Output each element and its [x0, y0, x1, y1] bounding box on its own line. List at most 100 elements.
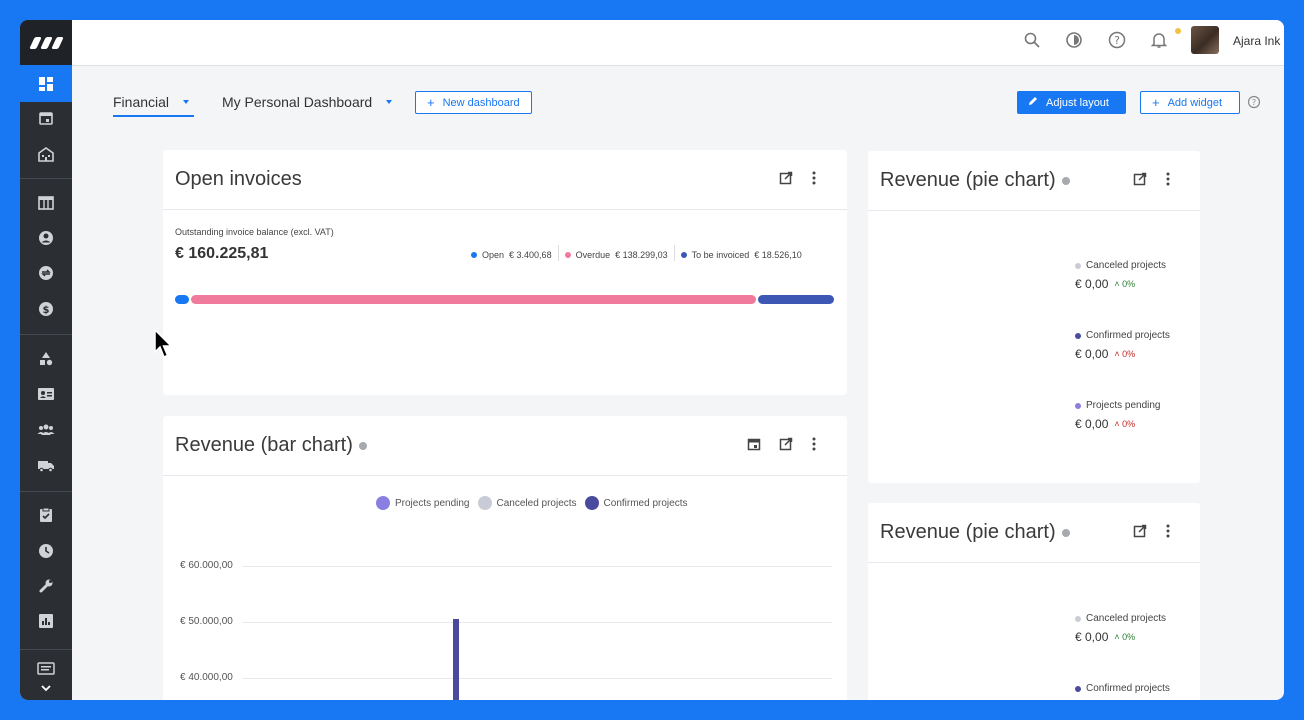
invoice-segment-overdue[interactable] — [190, 295, 756, 304]
y-tick-label: € 60.000,00 — [180, 560, 233, 571]
sidebar: $ — [20, 20, 72, 700]
chat-icon[interactable] — [20, 660, 72, 680]
legend-label: Overdue — [575, 249, 611, 260]
legend-percent: 0% — [1122, 349, 1136, 359]
info-icon[interactable] — [1061, 176, 1070, 185]
legend-swatch — [471, 251, 477, 258]
shapes-icon[interactable] — [20, 346, 72, 372]
app-window: $ ? Ajara Ink Financial My Personal Dash… — [20, 20, 1284, 700]
legend-label: Confirmed projects — [1086, 330, 1170, 341]
open-external-icon[interactable] — [1133, 524, 1147, 543]
pencil-icon — [1028, 96, 1038, 109]
adjust-layout-button[interactable]: Adjust layout — [1017, 91, 1126, 114]
legend-amount: € 3.400,68 — [509, 249, 552, 260]
legend-value: € 0,00 — [1075, 277, 1109, 291]
caret-down-icon[interactable] — [183, 100, 190, 104]
task-icon[interactable] — [20, 502, 72, 528]
legend-label: Confirmed projects — [1086, 683, 1170, 694]
invoice-total: € 160.225,81 — [175, 245, 269, 262]
card-title: Revenue (pie chart) — [880, 169, 1056, 191]
more-options-icon[interactable] — [812, 171, 816, 190]
legend-open: Open € 3.400,68 — [471, 248, 552, 261]
chevron-down-icon[interactable] — [20, 680, 72, 696]
plus-icon: + — [427, 95, 435, 110]
more-options-icon[interactable] — [1166, 172, 1170, 191]
more-options-icon[interactable] — [1166, 524, 1170, 543]
legend-swatch — [564, 251, 571, 258]
card-header: Revenue (pie chart) — [868, 151, 1200, 211]
legend-swatch — [1075, 262, 1081, 269]
help-icon[interactable]: ? — [1247, 95, 1261, 114]
truck-icon[interactable] — [20, 452, 72, 478]
legend-overdue: Overdue € 138.299,03 — [564, 248, 668, 261]
pie-legend-item: Canceled projects € 0,00 ˄ 0% — [1075, 613, 1167, 644]
company-icon[interactable] — [20, 141, 72, 167]
search-icon[interactable] — [1023, 31, 1041, 54]
legend-label: To be invoiced — [691, 249, 750, 260]
legend-label: Canceled projects — [1086, 613, 1167, 624]
open-invoices-card: Open invoices Outstanding invoice balanc… — [163, 150, 847, 395]
open-external-icon[interactable] — [1133, 172, 1147, 191]
svg-text:$: $ — [43, 305, 50, 316]
invoice-segment-to-be-invoiced[interactable] — [758, 295, 834, 304]
wrench-icon[interactable] — [20, 573, 72, 599]
contact-icon[interactable] — [20, 225, 72, 251]
revenue-pie-chart-card: Revenue (pie chart) Canceled projects € … — [868, 151, 1200, 483]
card-title: Open invoices — [175, 168, 302, 190]
report-icon[interactable] — [20, 608, 72, 634]
team-icon[interactable] — [20, 416, 72, 442]
bell-icon[interactable] — [1150, 31, 1168, 54]
timer-icon[interactable] — [1065, 31, 1083, 54]
invoice-segment-open[interactable] — [175, 295, 189, 304]
gridline — [242, 566, 832, 567]
pie-legend-item: Confirmed projects € 0,00 ˄ 0% — [1075, 330, 1170, 361]
legend-swatch — [1075, 402, 1081, 409]
plus-icon: + — [1152, 95, 1160, 110]
y-tick-label: € 50.000,00 — [180, 616, 233, 627]
open-external-icon[interactable] — [779, 171, 793, 190]
bar-confirmed-projects[interactable] — [453, 619, 459, 700]
app-logo[interactable] — [20, 20, 72, 65]
table-icon[interactable] — [20, 190, 72, 216]
legend-swatch — [1075, 685, 1081, 692]
legend-label: Open — [482, 249, 505, 260]
add-widget-button[interactable]: + Add widget — [1140, 91, 1240, 114]
dashboard-icon[interactable] — [20, 65, 72, 102]
caret-down-icon[interactable] — [386, 100, 393, 104]
help-icon[interactable]: ? — [1108, 31, 1126, 54]
legend-percent: 0% — [1122, 419, 1136, 429]
legend-amount: € 18.526,10 — [754, 249, 802, 260]
legend-swatch — [1075, 332, 1081, 339]
clock-icon[interactable] — [20, 538, 72, 564]
info-icon[interactable] — [1061, 528, 1070, 537]
legend-label: Projects pending — [1086, 400, 1161, 411]
legend-amount: € 138.299,03 — [615, 249, 668, 260]
mouse-cursor-icon — [154, 328, 174, 364]
dollar-icon[interactable]: $ — [20, 296, 72, 322]
svg-text:?: ? — [1252, 98, 1256, 107]
new-dashboard-button[interactable]: + New dashboard — [415, 91, 532, 114]
legend-percent: 0% — [1122, 632, 1136, 642]
tab-my-personal-dashboard[interactable]: My Personal Dashboard — [222, 94, 393, 110]
legend-swatch — [680, 251, 687, 258]
legend-value: € 0,00 — [1075, 417, 1109, 431]
calendar-icon[interactable] — [20, 105, 72, 131]
help-notification-dot — [1175, 28, 1181, 34]
tab-personal-label: My Personal Dashboard — [222, 94, 373, 110]
active-tab-indicator — [113, 115, 194, 117]
legend-to-be-invoiced: To be invoiced € 18.526,10 — [680, 248, 802, 261]
revenue-bar-chart-card: Revenue (bar chart) Projects pending Can… — [163, 416, 847, 700]
user-name[interactable]: Ajara Ink — [1233, 34, 1280, 48]
tab-financial[interactable]: Financial — [113, 94, 190, 110]
legend-value: € 0,00 — [1075, 347, 1109, 361]
exchange-icon[interactable] — [20, 260, 72, 286]
adjust-layout-label: Adjust layout — [1046, 96, 1109, 109]
legend-swatch — [1075, 615, 1081, 622]
gridline — [242, 678, 832, 679]
card-header: Open invoices — [163, 150, 847, 210]
contact-card-icon[interactable] — [20, 381, 72, 407]
new-dashboard-label: New dashboard — [442, 96, 520, 109]
invoice-stacked-bar — [175, 295, 834, 304]
revenue-pie-chart-card-2: Revenue (pie chart) Canceled projects € … — [868, 503, 1200, 700]
avatar[interactable] — [1191, 26, 1219, 54]
